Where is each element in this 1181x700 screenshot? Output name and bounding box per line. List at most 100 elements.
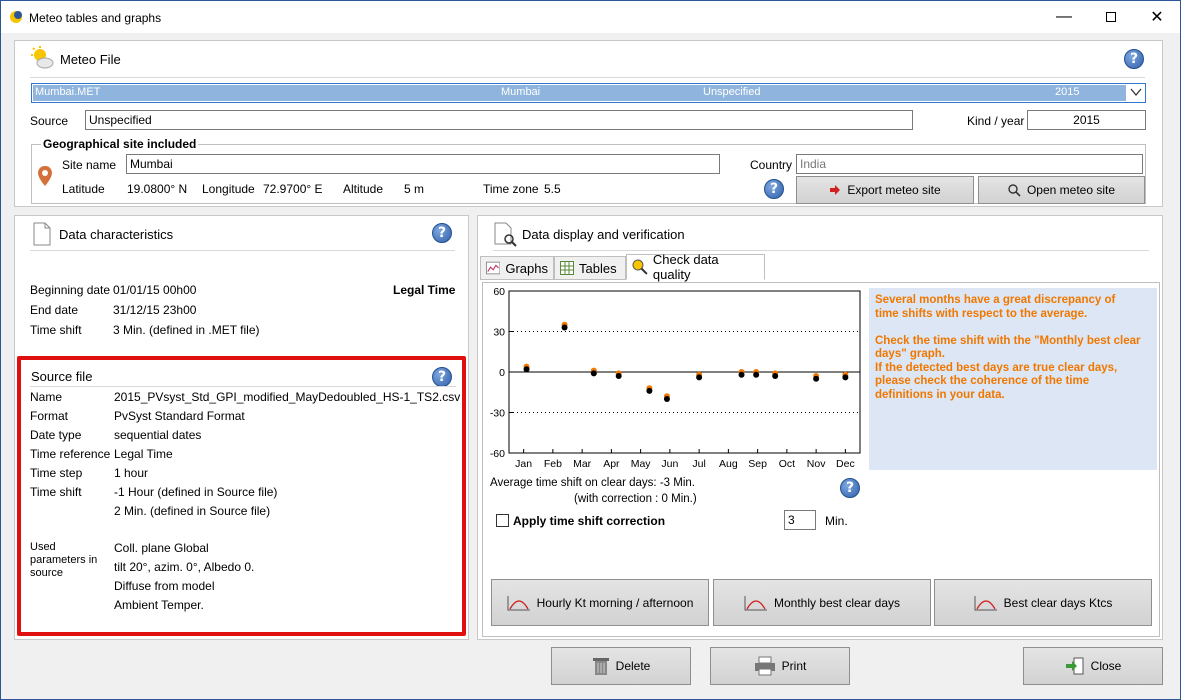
chevron-down-icon[interactable] [1130,87,1142,97]
x-tick-label: Aug [719,458,738,470]
latitude-value: 19.0800° N [127,182,188,196]
data-display-panel: Data display and verification Graphs Tab… [477,215,1163,640]
selected-source: Unspecified [703,86,761,98]
tab-graphs[interactable]: Graphs [480,256,554,280]
shift-minutes-field[interactable]: 3 [784,510,816,530]
x-tick-label: Nov [807,458,826,470]
help-icon[interactable]: ? [432,367,452,387]
timezone-label: Time zone [483,182,539,196]
tab-tables[interactable]: Tables [554,256,626,280]
kind-year-label: Kind / year [967,114,1025,128]
help-icon[interactable]: ? [432,223,452,243]
source-file-box: Source file ? Name 2015_PVsyst_Std_GPI_mo… [17,356,466,636]
data-point [561,324,568,331]
y-tick-label: -60 [490,448,505,460]
average-shift-text: Average time shift on clear days: -3 Min… [490,477,695,489]
beginning-date-label: Beginning date [30,283,111,297]
used-parameter-value: Diffuse from model [114,579,215,593]
selected-file: Mumbai.MET [35,86,101,98]
meteo-file-select[interactable]: Mumbai.MET Mumbai Unspecified 2015 [31,83,1146,103]
data-display-header: Data display and verification [522,227,685,242]
meteo-file-panel: Meteo File ? Mumbai.MET Mumbai Unspecifi… [14,40,1163,207]
used-parameter-value: Ambient Temper. [114,598,204,612]
warning-line: definitions in your data. [875,388,1005,401]
warning-line: If the detected best days are true clear… [875,361,1118,374]
data-point [523,366,530,373]
data-point [663,396,670,402]
apply-correction-checkbox[interactable] [496,514,509,527]
end-date-value: 31/12/15 23h00 [113,303,197,317]
source-row-label: Time reference [30,447,111,461]
tab-content: 60 30 0 -30 -60 Jan Feb Mar Apr May Jun Jul Aug Sep Oc… [482,282,1160,637]
close-button[interactable]: Close [1023,647,1163,685]
source-row-value: 1 hour [114,466,149,480]
best-clear-days-ktcs-button[interactable]: Best clear days Ktcs [934,579,1152,626]
source-row-label: Format [30,409,69,423]
site-name-label: Site name [62,158,117,172]
longitude-value: 72.9700° E [263,182,323,196]
magnifier-icon [1008,183,1021,197]
x-tick-label: Jun [661,458,678,470]
x-tick-label: Oct [779,458,795,470]
warning-line: please check the coherence of the time [875,375,1090,387]
print-button[interactable]: Print [710,647,850,685]
time-shift-extra: 2 Min. (defined in Source file) [114,504,271,518]
longitude-label: Longitude [202,182,255,196]
monthly-best-clear-days-button[interactable]: Monthly best clear days [713,579,931,626]
open-meteo-site-button[interactable]: Open meteo site [978,176,1145,204]
selected-year: 2015 [1055,86,1080,98]
curve-graph-icon [974,595,997,610]
printer-icon [754,656,775,676]
trash-icon [592,658,609,675]
table-icon [560,261,574,275]
used-parameters-label: Used parameters in source [30,541,98,579]
data-characteristics-panel: Data characteristics ? Beginning date 01… [14,215,469,640]
graph-icon [486,261,501,275]
source-row-label: Time shift [30,485,82,499]
export-meteo-site-button[interactable]: Export meteo site [796,176,974,204]
data-point [753,371,760,378]
x-tick-label: Jan [515,458,532,470]
y-tick-label: -30 [490,408,505,420]
tab-bar: Graphs Tables Check data quality [480,252,1160,282]
used-parameter-value: Coll. plane Global [114,541,209,555]
x-tick-label: May [631,458,652,470]
y-tick-label: 0 [499,367,505,379]
minimize-icon[interactable]: — [1041,1,1087,33]
title-bar: Meteo tables and graphs — ✕ [0,0,1181,33]
hourly-kt-button[interactable]: Hourly Kt morning / afternoon [491,579,709,626]
source-row-value: 2015_PVsyst_Std_GPI_modified_MayDedouble… [114,390,461,404]
time-shift-label: Time shift [30,323,82,337]
warning-message: Several months have a great discrepancy … [869,288,1157,470]
divider [30,77,1145,78]
source-field[interactable]: Unspecified [85,110,913,130]
help-icon[interactable]: ? [840,478,860,498]
country-label: Country [750,158,793,172]
delete-button[interactable]: Delete [551,647,691,685]
help-icon[interactable]: ? [1124,49,1144,69]
data-point [615,373,622,380]
beginning-date-value: 01/01/15 00h00 [113,283,197,297]
close-window-icon[interactable]: ✕ [1134,1,1180,33]
altitude-value: 5 m [404,182,425,196]
document-search-icon [494,222,517,247]
x-tick-label: Jul [692,458,705,470]
source-label: Source [30,114,69,128]
maximize-icon[interactable] [1088,1,1134,33]
used-parameter-value: tilt 20°, azim. 0°, Albedo 0.20 [114,560,254,574]
divider [493,250,1149,251]
latitude-label: Latitude [62,182,105,196]
minutes-label: Min. [825,514,848,528]
data-point [842,374,849,381]
source-row-label: Date type [30,428,82,442]
tab-check-data-quality[interactable]: Check data quality [626,252,765,282]
country-field[interactable]: India [796,154,1143,174]
sun-cloud-icon [31,46,54,69]
altitude-label: Altitude [343,182,384,196]
source-row-value: PvSyst Standard Format [114,409,245,423]
help-icon[interactable]: ? [764,179,784,199]
site-name-field[interactable]: Mumbai [126,154,720,174]
meteo-file-header: Meteo File [60,52,121,67]
source-row-value: sequential dates [114,428,202,442]
kind-year-field[interactable]: 2015 [1027,110,1146,130]
